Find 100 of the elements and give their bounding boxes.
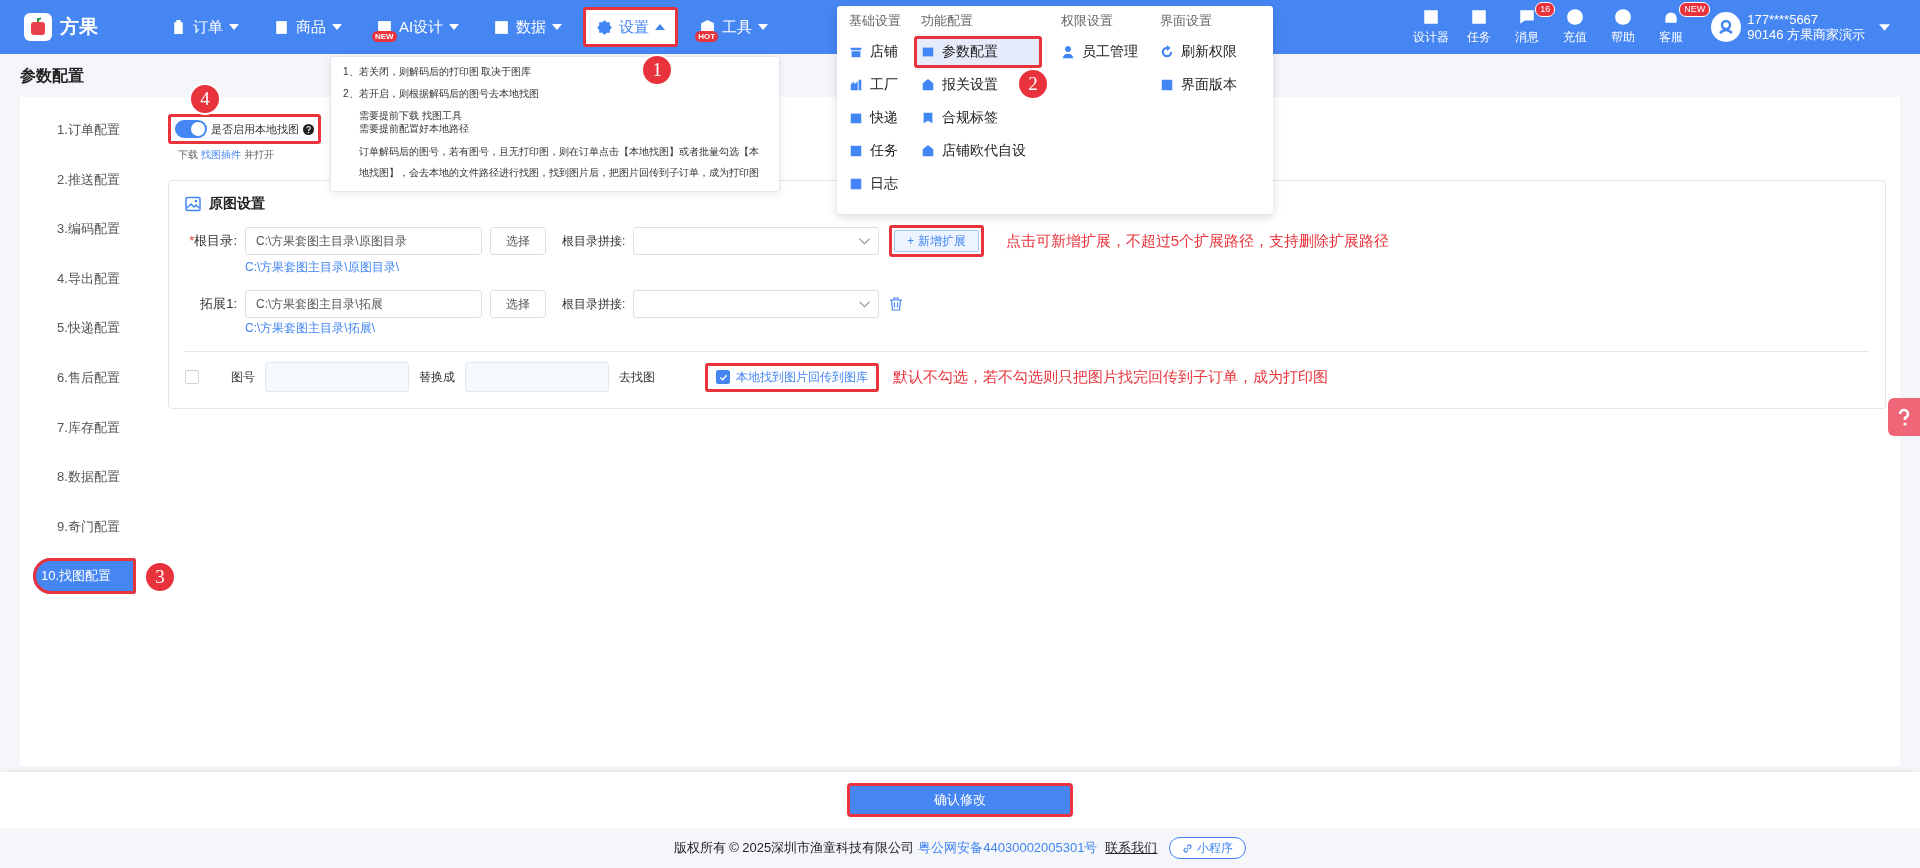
sidebar-item[interactable]: 4.导出配置: [33, 260, 136, 297]
delete-icon[interactable]: [889, 297, 904, 311]
toolbar-button[interactable]: 充值: [1553, 8, 1598, 46]
menu-item[interactable]: 店铺欧代自设: [914, 135, 1033, 167]
input-field[interactable]: [265, 362, 409, 392]
menu-icon: [849, 177, 863, 191]
menu-item[interactable]: 工厂: [842, 69, 905, 101]
toolbar-button[interactable]: 帮助: [1601, 8, 1646, 46]
sidebar-item[interactable]: 2.推送配置: [33, 161, 136, 198]
checkbox[interactable]: [716, 370, 730, 384]
menu-icon: [921, 111, 935, 125]
step-marker: 3: [144, 561, 176, 594]
menu-heading: 功能配置: [921, 12, 974, 30]
toolbar-button[interactable]: 任务: [1457, 8, 1502, 46]
chevron-icon: [859, 237, 871, 245]
menu-item[interactable]: 参数配置: [914, 36, 1042, 68]
choose-button[interactable]: 选择: [490, 227, 546, 255]
image-icon: [185, 196, 201, 212]
menu-heading: 权限设置: [1061, 12, 1114, 30]
field-label: 替换成: [419, 368, 455, 386]
sidebar-item[interactable]: 6.售后配置: [33, 359, 136, 396]
sidebar-item[interactable]: 8.数据配置: [33, 459, 136, 496]
tool-icon: [1518, 8, 1537, 26]
nav-icon: [273, 18, 290, 36]
sidebar-item[interactable]: 1.订单配置: [33, 112, 136, 148]
annotation-note: 默认不勾选，若不勾选则只把图片找完回传到子订单，成为打印图: [893, 367, 1328, 387]
path-field[interactable]: C:\方果套图主目录\原图目录: [245, 227, 482, 255]
brand-name: 方果: [60, 15, 98, 39]
menu-icon: [1160, 45, 1174, 59]
path-hint: C:\方果套图主目录\拓展\: [245, 320, 376, 337]
user-name: 90146 方果商家演示: [1747, 27, 1865, 42]
nav-badge: NEW: [372, 30, 397, 42]
confirm-button[interactable]: 确认修改: [847, 783, 1073, 817]
menu-item[interactable]: 员工管理: [1054, 36, 1145, 68]
sidebar-item[interactable]: 9.奇门配置: [33, 508, 136, 545]
help-icon[interactable]: [303, 123, 314, 135]
plugin-link[interactable]: 找图插件: [201, 148, 241, 162]
menu-item[interactable]: 界面版本: [1153, 69, 1244, 101]
tooltip-text: 需要提前下载 找图工具: [359, 109, 462, 122]
caret-icon[interactable]: [1879, 23, 1890, 31]
check-icon: [718, 372, 728, 382]
tooltip-text: 需要提前配置好本地路径: [359, 122, 469, 135]
toolbar-button[interactable]: 设计器: [1409, 8, 1454, 46]
menu-item[interactable]: 日志: [842, 168, 905, 200]
menu-icon: [921, 78, 935, 92]
avatar-icon[interactable]: [1711, 12, 1742, 42]
menu-heading: 界面设置: [1160, 12, 1213, 30]
checkbox-label: 本地找到图片回传到图库: [736, 368, 868, 386]
menu-heading: 基础设置: [849, 12, 902, 30]
menu-icon: [849, 144, 863, 158]
menu-icon: [849, 111, 863, 125]
nav-menu-item[interactable]: HOT 工具: [686, 7, 782, 47]
menu-item[interactable]: 报关设置: [914, 69, 1005, 101]
tooltip-text: 2、若开启，则根据解码后的图号去本地找图: [343, 87, 539, 100]
copyright-text: 版权所有 © 2025深圳市渔童科技有限公司: [673, 839, 915, 857]
sidebar-item[interactable]: 5.快递配置: [33, 310, 136, 347]
toggle-label: 是否启用本地找图: [211, 121, 299, 137]
menu-item[interactable]: 刷新权限: [1153, 36, 1244, 68]
tool-icon: [1614, 8, 1633, 26]
sidebar-item[interactable]: 3.编码配置: [33, 211, 136, 248]
menu-icon: [921, 45, 935, 59]
logo-icon: [24, 13, 52, 41]
field-label: 根目录拼接:: [562, 232, 626, 250]
menu-icon: [849, 78, 863, 92]
step-marker: 4: [189, 83, 221, 115]
hint-text: 并打开: [244, 148, 274, 162]
input-field[interactable]: [465, 362, 609, 392]
menu-icon: [1061, 45, 1075, 59]
tooltip-text: 订单解码后的图号，若有图号，且无打印图，则在订单点击【本地找图】或者批量勾选【本地找图】，会去本地的文件路径进行找图，找到图片后，把图片回传到子订单，成为打印图: [359, 145, 760, 180]
hint-text: 下载: [178, 148, 198, 162]
field-label: 图号: [231, 368, 255, 386]
nav-menu-item[interactable]: NEW AI设计: [363, 7, 473, 47]
tool-icon: [1566, 8, 1585, 26]
field-label: 根目录拼接:: [562, 295, 626, 313]
sidebar-item[interactable]: 7.库存配置: [33, 409, 136, 446]
nav-menu-item[interactable]: 数据: [480, 7, 576, 47]
link-icon: [1182, 842, 1194, 854]
toggle-switch[interactable]: [175, 120, 207, 138]
help-tab[interactable]: [1888, 398, 1920, 436]
nav-icon: [596, 18, 614, 36]
tooltip-text: 1、若关闭，则解码后的打印图 取决于图库: [343, 65, 532, 78]
notification-badge: NEW: [1679, 2, 1711, 17]
tool-icon: [1422, 8, 1441, 26]
menu-item[interactable]: 店铺: [842, 36, 905, 68]
menu-item[interactable]: 快递: [842, 102, 905, 134]
contact-link[interactable]: 联系我们: [1105, 839, 1158, 857]
nav-menu-item[interactable]: 订单: [157, 7, 252, 47]
step-marker: 2: [1017, 68, 1049, 100]
annotation-note: 点击可新增扩展，不超过5个扩展路径，支持删除扩展路径: [1005, 231, 1390, 251]
path-field[interactable]: C:\方果套图主目录\拓展: [245, 290, 482, 318]
path-hint: C:\方果套图主目录\原图目录\: [245, 259, 400, 276]
menu-item[interactable]: 合规标签: [914, 102, 1005, 134]
user-phone: 177****5667: [1747, 12, 1820, 27]
choose-button[interactable]: 选择: [490, 290, 546, 318]
mini-program-button[interactable]: 小程序: [1169, 837, 1247, 859]
chevron-icon: [859, 300, 871, 308]
menu-item[interactable]: 任务: [842, 135, 905, 167]
field-label: *根目录:: [188, 232, 237, 250]
nav-menu-item[interactable]: 商品: [260, 7, 355, 47]
sidebar-item[interactable]: 10.找图配置: [33, 558, 136, 595]
